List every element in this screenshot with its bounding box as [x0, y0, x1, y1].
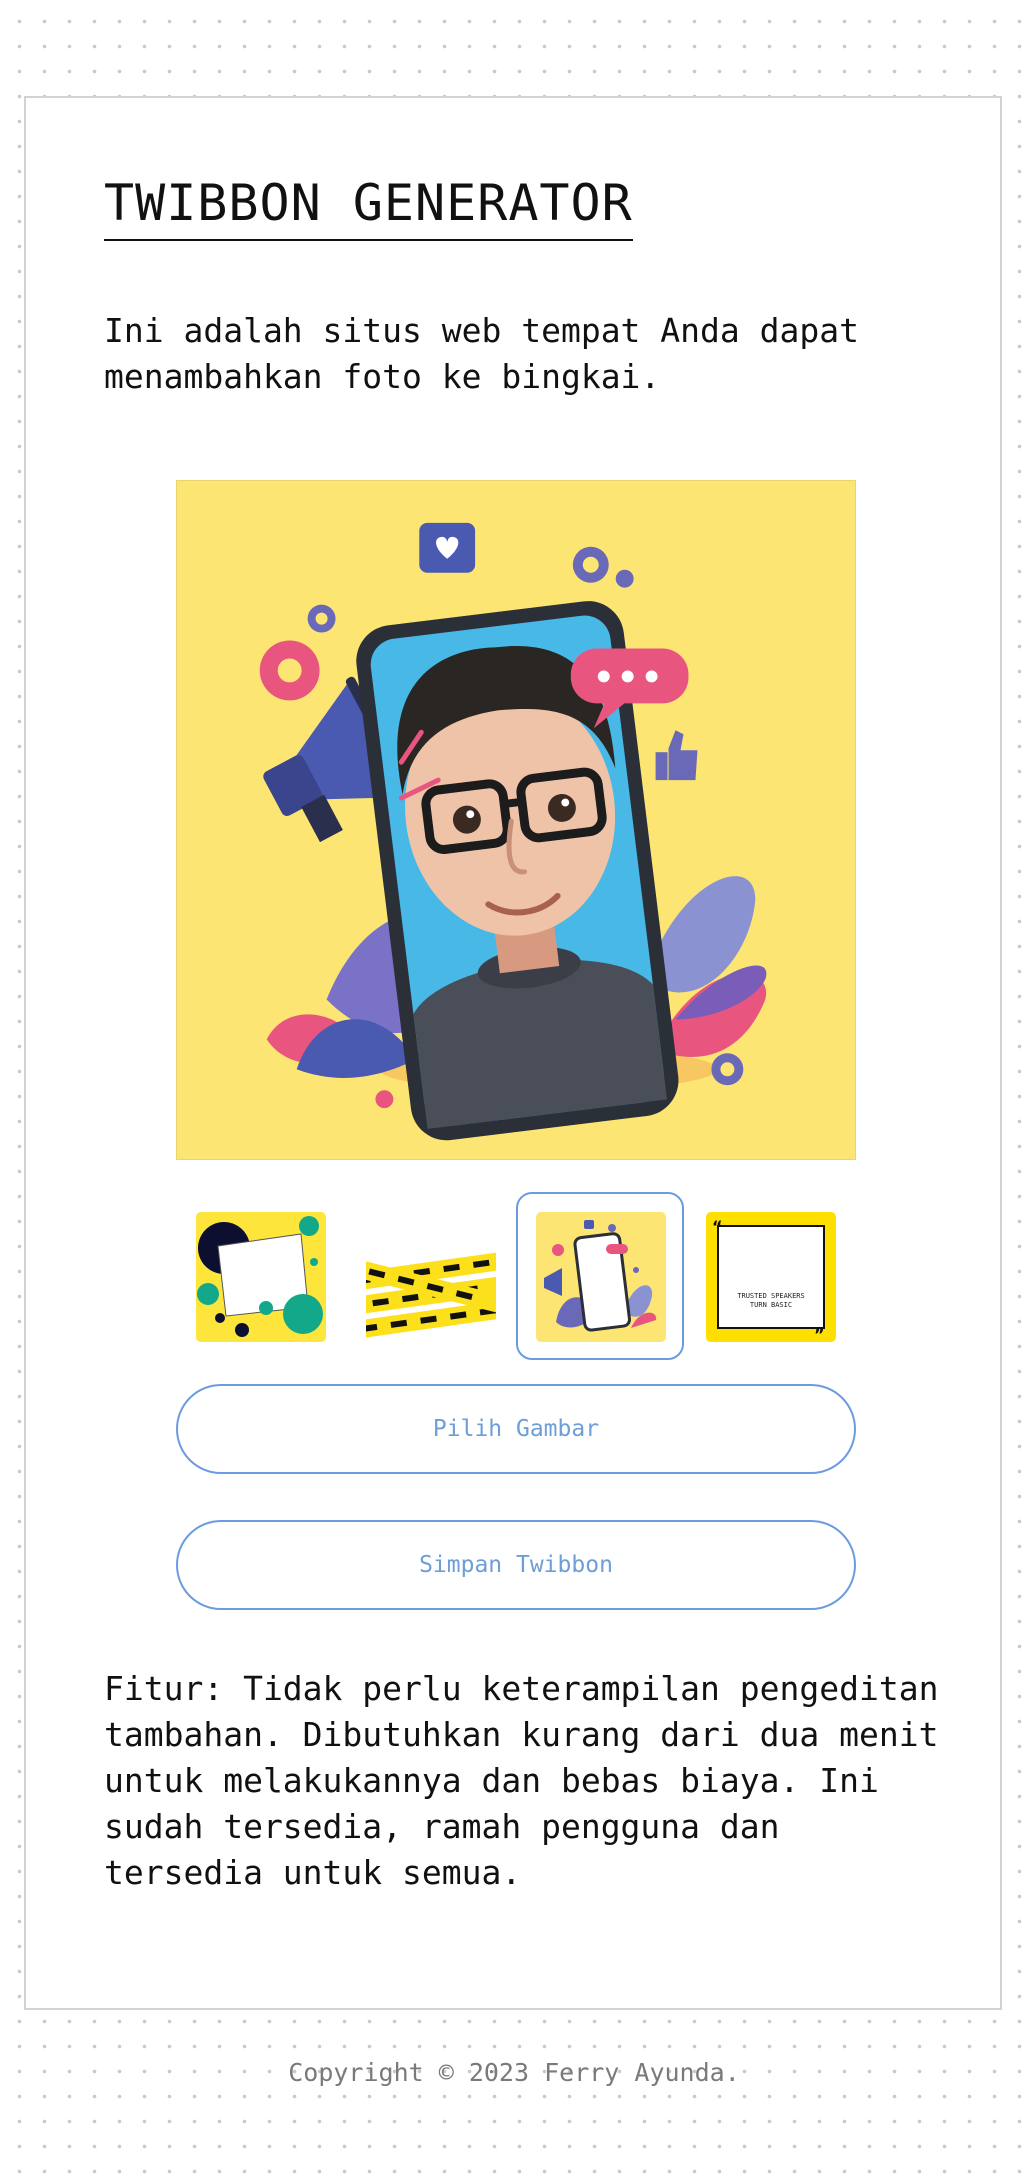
svg-text:”: ” [814, 1325, 825, 1342]
frame-thumb-abstract[interactable] [176, 1192, 344, 1360]
svg-text:“: “ [712, 1217, 723, 1236]
frame-abstract-image [196, 1212, 326, 1342]
frame-quote-image: “ ” TRUSTED SPEAKERS TURN BASIC [706, 1212, 836, 1342]
main-card: TWIBBON GENERATOR Ini adalah situs web t… [24, 96, 1002, 2010]
intro-text: Ini adalah situs web tempat Anda dapat m… [104, 311, 859, 396]
frame-warning-tape-image [366, 1212, 496, 1342]
frame-quote-caption-2: TURN BASIC [750, 1301, 792, 1309]
features-text: Fitur: Tidak perlu keterampilan pengedit… [104, 1669, 939, 1892]
footer-copyright: Copyright © 2023 Ferry Ayunda. [288, 2058, 740, 2087]
page-title: TWIBBON GENERATOR [104, 176, 633, 241]
phone-avatar-illustration [177, 481, 855, 1159]
frame-thumb-phone-illustration[interactable] [516, 1192, 684, 1360]
pick-image-button[interactable]: Pilih Gambar [176, 1384, 856, 1474]
save-twibbon-button[interactable]: Simpan Twibbon [176, 1520, 856, 1610]
frame-quote-caption-1: TRUSTED SPEAKERS [737, 1292, 804, 1300]
frame-phone-illustration-image [536, 1212, 666, 1342]
frame-thumb-warning-tape[interactable] [346, 1192, 514, 1360]
frame-thumb-quote[interactable]: “ ” TRUSTED SPEAKERS TURN BASIC [686, 1192, 854, 1360]
twibbon-preview [176, 480, 856, 1160]
frame-selector: “ ” TRUSTED SPEAKERS TURN BASIC [176, 1192, 856, 1362]
